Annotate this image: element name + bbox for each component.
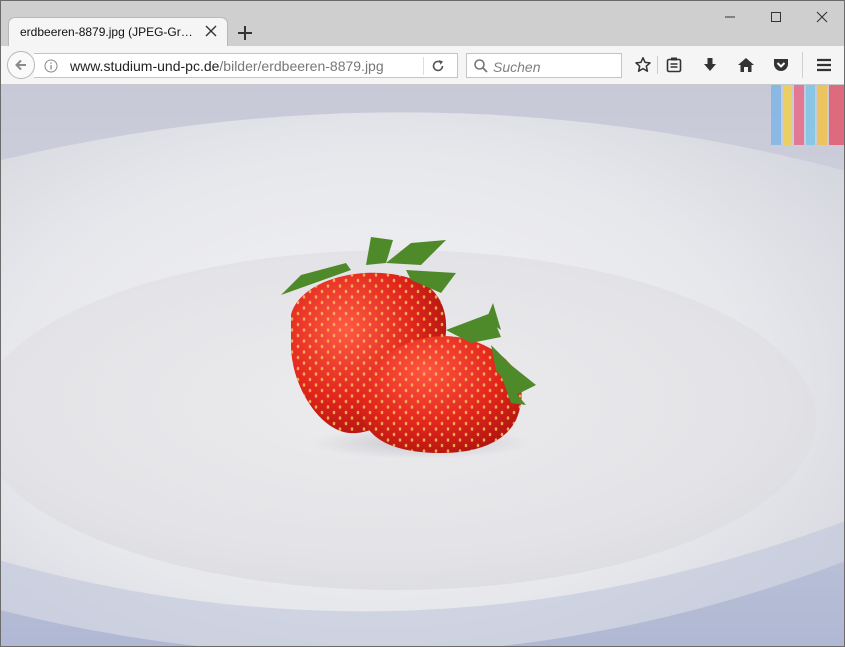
url-divider (423, 57, 424, 75)
download-icon[interactable] (701, 56, 719, 74)
bookmark-star-icon[interactable] (634, 56, 652, 74)
hamburger-menu-icon[interactable] (815, 56, 833, 74)
strawberries-photo (1, 85, 844, 646)
title-bar: erdbeeren-8879.jpg (JPEG-Graf... (1, 1, 844, 46)
maximize-button[interactable] (753, 1, 799, 33)
close-button[interactable] (799, 1, 844, 33)
url-bar[interactable]: www.studium-und-pc.de/bilder/erdbeeren-8… (34, 53, 458, 78)
new-tab-icon[interactable] (235, 23, 255, 43)
star-divider (657, 56, 658, 74)
search-placeholder: Suchen (493, 59, 541, 75)
back-arrow-icon (15, 59, 26, 71)
home-icon[interactable] (737, 56, 755, 74)
tab-close-icon[interactable] (203, 23, 219, 39)
tab-title: erdbeeren-8879.jpg (JPEG-Graf... (20, 25, 198, 39)
info-icon[interactable] (44, 59, 58, 73)
maximize-icon (771, 12, 781, 22)
navigation-toolbar: www.studium-und-pc.de/bilder/erdbeeren-8… (1, 46, 844, 85)
image-viewer (1, 85, 844, 646)
search-bar[interactable]: Suchen (466, 53, 622, 78)
reading-list-icon[interactable] (665, 56, 683, 74)
url-path: /bilder/erdbeeren-8879.jpg (219, 58, 384, 74)
pocket-icon[interactable] (772, 56, 790, 74)
url-text[interactable]: www.studium-und-pc.de/bilder/erdbeeren-8… (70, 58, 384, 74)
minimize-icon (725, 16, 735, 18)
search-icon (474, 59, 488, 73)
back-button[interactable] (7, 51, 35, 79)
minimize-button[interactable] (707, 1, 753, 33)
url-domain: www.studium-und-pc.de (70, 58, 220, 74)
tab-active[interactable]: erdbeeren-8879.jpg (JPEG-Graf... (9, 18, 227, 46)
reload-icon[interactable] (430, 58, 446, 74)
toolbar-divider (802, 52, 803, 78)
browser-window: erdbeeren-8879.jpg (JPEG-Graf... www.stu… (0, 0, 845, 647)
close-icon (816, 11, 828, 23)
